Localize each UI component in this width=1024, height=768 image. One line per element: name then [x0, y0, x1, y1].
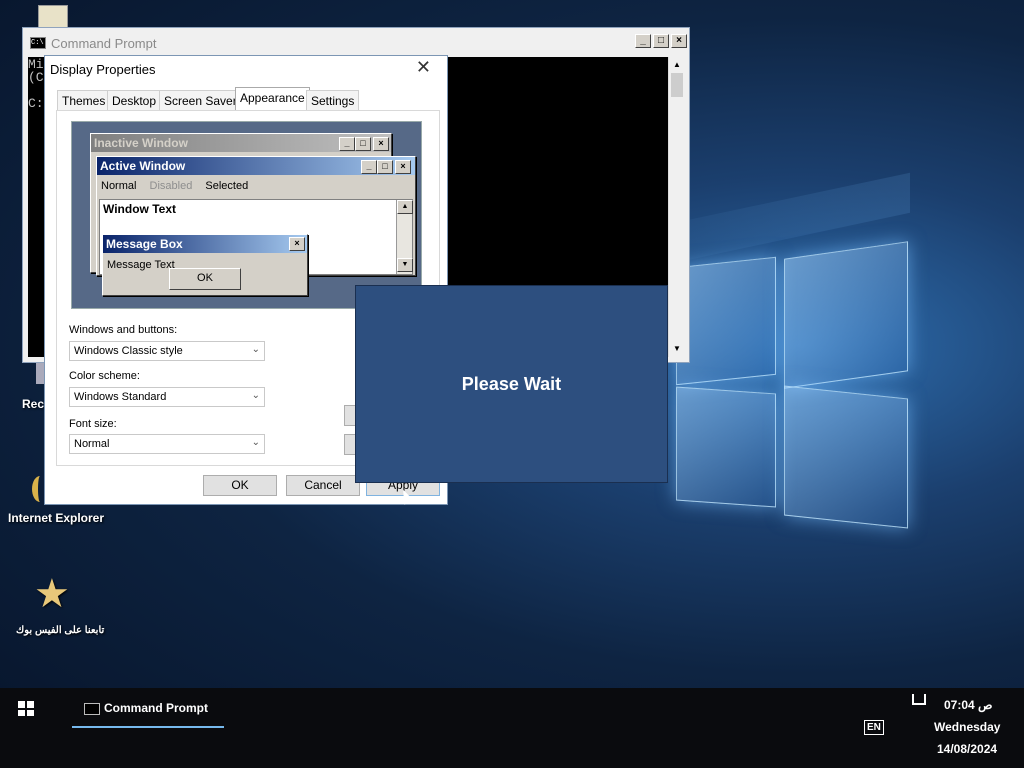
preview-menu-bar: Normal Disabled Selected: [101, 180, 248, 192]
clock-time[interactable]: 07:04: [944, 698, 975, 712]
clock-day: Wednesday: [934, 720, 1001, 734]
inactive-title-text: Inactive Window: [94, 136, 188, 150]
start-button[interactable]: [12, 696, 40, 720]
preview-active-min-icon: _: [361, 160, 377, 174]
logo-pane-br: [784, 385, 908, 529]
dialog-title: Display Properties: [50, 62, 156, 77]
please-wait-dialog: Please Wait: [355, 285, 668, 483]
cmd-window-title: Command Prompt: [51, 36, 157, 51]
tab-appearance[interactable]: Appearance: [235, 87, 310, 111]
taskbar-item-command-prompt[interactable]: Command Prompt: [72, 694, 224, 728]
cmd-taskbar-icon: [84, 703, 100, 715]
clock-ampm: ص: [978, 698, 993, 712]
language-indicator[interactable]: EN: [864, 720, 884, 735]
cmd-app-icon: C:\: [30, 37, 46, 49]
menu-normal: Normal: [101, 180, 137, 192]
preview-message-box: Message Box × Message Text OK: [102, 234, 308, 296]
appearance-preview: Inactive Window _ □ × Active Window _ □ …: [71, 121, 422, 309]
scroll-thumb[interactable]: [671, 73, 683, 97]
color-scheme-label: Color scheme:: [69, 370, 140, 382]
dialog-close-icon[interactable]: ✕: [416, 57, 431, 78]
chevron-down-icon: ⌄: [251, 437, 260, 448]
font-size-value: Normal: [74, 438, 110, 450]
minimize-icon: _: [640, 35, 646, 46]
windows-buttons-value: Windows Classic style: [74, 345, 183, 357]
chevron-down-icon: ⌄: [251, 390, 260, 401]
star-icon: ★: [34, 572, 70, 616]
windows-buttons-label: Windows and buttons:: [69, 324, 178, 336]
cmd-scrollbar[interactable]: ▲ ▼: [668, 57, 685, 357]
preview-window-text: Window Text: [103, 202, 176, 216]
preview-msg-close-icon: ×: [289, 237, 305, 251]
scroll-up-icon[interactable]: ▲: [669, 57, 685, 73]
minimize-button[interactable]: _: [635, 34, 651, 48]
preview-active-max-icon: □: [377, 160, 393, 174]
windows-logo-icon: [18, 701, 34, 716]
color-scheme-select[interactable]: Windows Standard ⌄: [69, 387, 265, 407]
preview-message-box-title: Message Box: [103, 235, 307, 253]
taskbar: Command Prompt 07:04 ص EN Wednesday 14/0…: [0, 688, 1024, 768]
maximize-icon: □: [657, 35, 665, 46]
desktop-label-facebook: تابعنا على الفيس بوك: [16, 625, 105, 636]
font-size-select[interactable]: Normal ⌄: [69, 434, 265, 454]
message-box-title-text: Message Box: [106, 237, 183, 251]
preview-close-icon: ×: [373, 137, 389, 151]
logo-pane-tl: [676, 256, 776, 386]
scroll-down-icon[interactable]: ▼: [669, 341, 685, 357]
clock-date: 14/08/2024: [937, 742, 998, 756]
tab-screen-saver[interactable]: Screen Saver: [159, 90, 242, 110]
preview-scrollbar: ▲ ▼: [396, 200, 413, 274]
desktop-label-recycle: Rec: [22, 397, 45, 411]
desktop-label-ie: Internet Explorer: [8, 511, 105, 525]
tab-settings[interactable]: Settings: [306, 90, 360, 110]
preview-max-icon: □: [355, 137, 371, 151]
close-icon: ×: [676, 35, 682, 46]
preview-message-text: Message Text: [107, 259, 175, 271]
logo-pane-tr: [784, 241, 908, 389]
preview-scroll-up-icon: ▲: [397, 200, 413, 214]
menu-selected: Selected: [205, 180, 249, 192]
preview-ok-button: OK: [169, 268, 241, 290]
windows-buttons-select[interactable]: Windows Classic style ⌄: [69, 341, 265, 361]
color-scheme-value: Windows Standard: [74, 391, 167, 403]
chevron-down-icon: ⌄: [251, 344, 260, 355]
tab-themes[interactable]: Themes: [57, 90, 111, 110]
preview-scroll-down-icon: ▼: [397, 258, 413, 272]
maximize-button[interactable]: □: [653, 34, 669, 48]
tab-desktop[interactable]: Desktop: [107, 90, 162, 110]
ok-button[interactable]: OK: [203, 475, 277, 496]
preview-active-close-icon: ×: [395, 160, 411, 174]
close-button[interactable]: ×: [671, 34, 687, 48]
taskbar-item-label: Command Prompt: [104, 701, 209, 715]
font-size-label: Font size:: [69, 418, 117, 430]
network-icon[interactable]: [912, 694, 926, 705]
preview-min-icon: _: [339, 137, 355, 151]
logo-pane-bl: [676, 386, 776, 508]
menu-disabled: Disabled: [149, 180, 193, 192]
cancel-button[interactable]: Cancel: [286, 475, 360, 496]
active-title-text: Active Window: [100, 159, 186, 173]
